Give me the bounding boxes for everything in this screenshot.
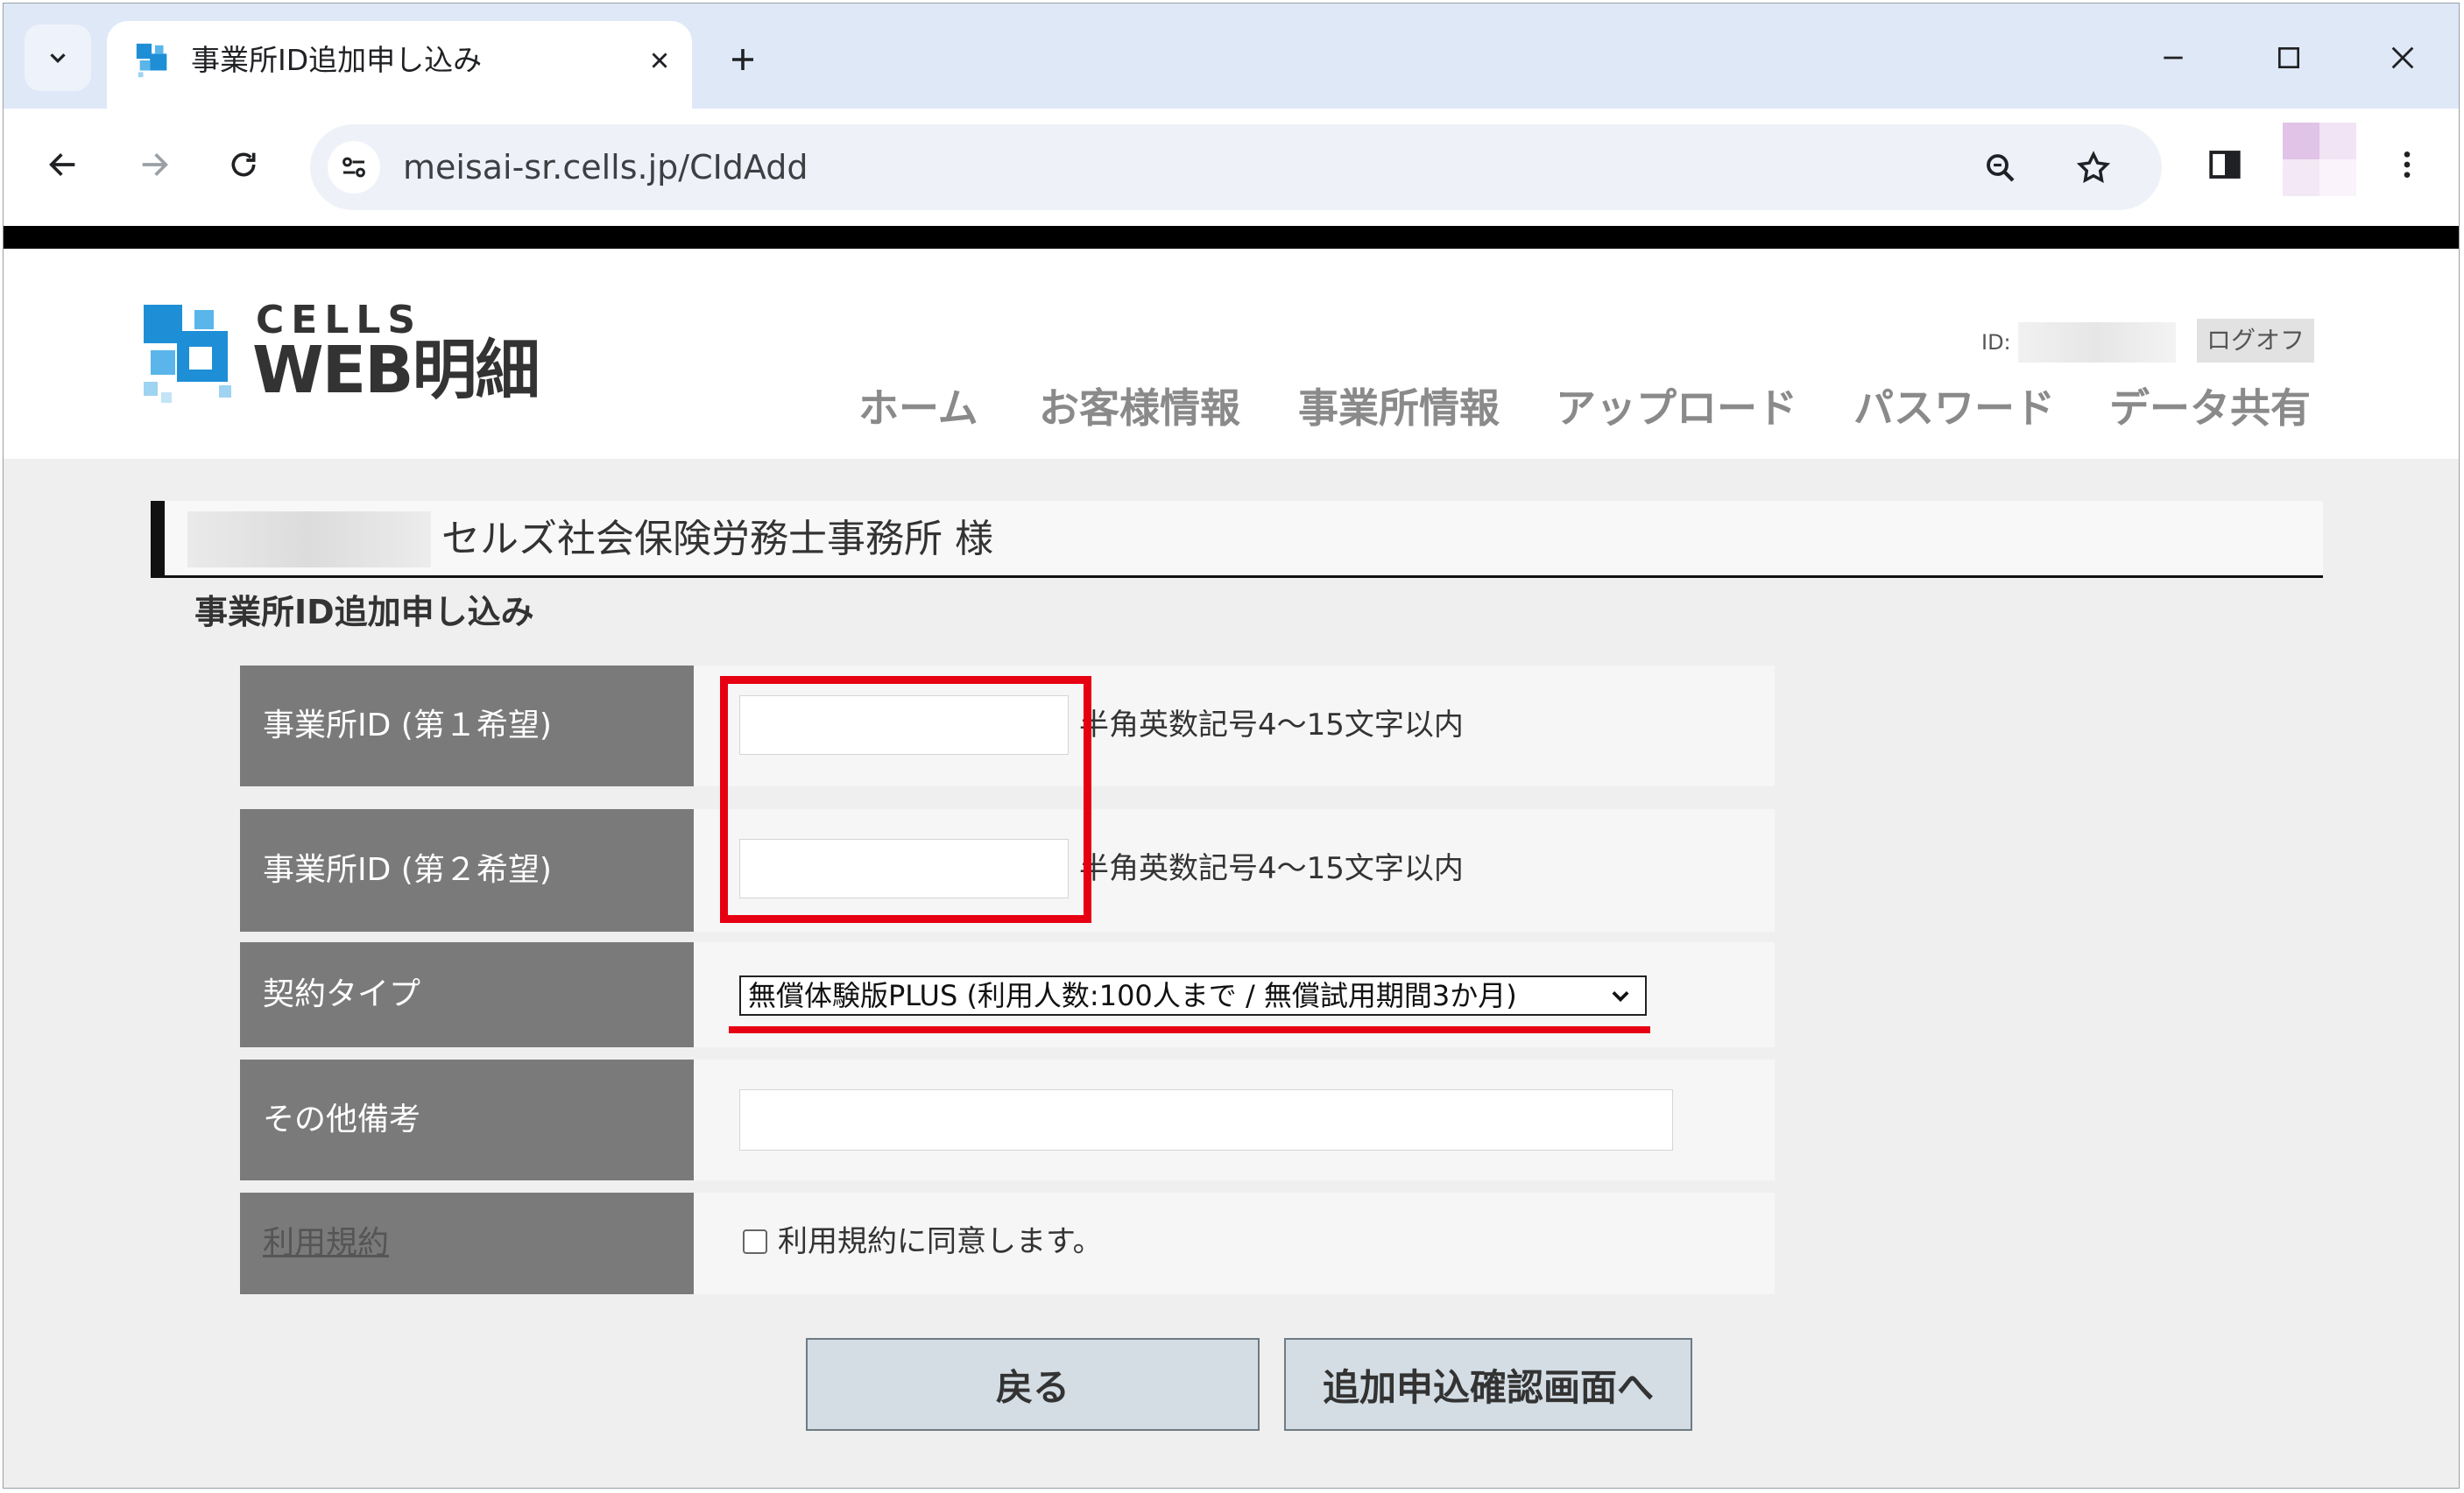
agree-checkbox[interactable]: [743, 1229, 767, 1254]
chevron-down-icon: [50, 53, 66, 64]
header-divider: [4, 226, 2459, 249]
notes-label: その他備考: [240, 1060, 694, 1180]
bookmark-button[interactable]: [2067, 142, 2120, 194]
address-bar[interactable]: meisai-sr.cells.jp/CIdAdd: [310, 124, 2162, 210]
tab-title: 事業所ID追加申し込み: [191, 43, 483, 77]
tab-search-button[interactable]: [25, 25, 91, 91]
arrow-left-icon: [49, 153, 75, 176]
highlight-annotation-underline: [729, 1026, 1650, 1033]
main-content: セルズ社会保険労務士事務所 様 事業所ID追加申し込み 事業所ID (第１希望)…: [4, 459, 2459, 1488]
nav-office-info[interactable]: 事業所情報: [1298, 382, 1500, 434]
nav-upload[interactable]: アップロード: [1556, 382, 1797, 434]
nav-data-share[interactable]: データ共有: [2109, 382, 2311, 434]
customer-bar: セルズ社会保険労務士事務所 様: [151, 501, 2323, 578]
notes-input[interactable]: [739, 1089, 1673, 1151]
user-id-label: ID:: [1981, 330, 2011, 355]
contract-type-selected: 無償体験版PLUS (利用人数:100人まで / 無償試用期間3か月): [748, 979, 1517, 1012]
back-button[interactable]: 戻る: [806, 1338, 1260, 1431]
browser-window: 事業所ID追加申し込み meisai-sr.cells.jp/CIdAdd CE…: [3, 3, 2460, 1489]
contract-type-select[interactable]: 無償体験版PLUS (利用人数:100人まで / 無償試用期間3か月): [739, 975, 1647, 1016]
tune-icon: [342, 157, 365, 178]
highlight-annotation-box: [720, 676, 1091, 923]
plus-icon: [732, 49, 753, 70]
side-panel-button[interactable]: [2192, 131, 2258, 198]
confirm-button[interactable]: 追加申込確認画面へ: [1284, 1338, 1692, 1431]
close-window-button[interactable]: [2372, 30, 2433, 86]
logoff-button[interactable]: ログオフ: [2197, 319, 2314, 363]
agree-label[interactable]: 利用規約に同意します。: [778, 1222, 1103, 1261]
browser-toolbar: meisai-sr.cells.jp/CIdAdd: [4, 109, 2459, 226]
contract-label: 契約タイプ: [240, 942, 694, 1047]
chevron-down-icon: [1612, 991, 1629, 1003]
nav-password[interactable]: パスワード: [1853, 382, 2055, 434]
more-vert-icon: [2404, 151, 2411, 178]
tab-strip: 事業所ID追加申し込み: [4, 4, 2459, 109]
user-id-value-redacted: [2018, 322, 2176, 363]
new-tab-button[interactable]: [718, 35, 767, 84]
minimize-button[interactable]: [2143, 30, 2204, 86]
tab-close-button[interactable]: [638, 39, 681, 82]
nav-home[interactable]: ホーム: [858, 382, 978, 434]
maximize-button[interactable]: [2258, 30, 2319, 86]
id1-hint: 半角英数記号4～15文字以内: [1079, 708, 1464, 743]
page-title: 事業所ID追加申し込み: [194, 593, 534, 631]
reload-button[interactable]: [210, 131, 277, 198]
back-nav-button[interactable]: [30, 131, 96, 198]
nav-customer-info[interactable]: お客様情報: [1039, 382, 1240, 434]
arrow-right-icon: [142, 153, 168, 176]
profile-avatar[interactable]: [2283, 123, 2356, 196]
site-info-button[interactable]: [328, 141, 380, 194]
form-row-terms: 利用規約 利用規約に同意します。: [240, 1193, 1775, 1294]
browser-tab[interactable]: 事業所ID追加申し込み: [107, 21, 692, 109]
close-icon: [2391, 46, 2414, 69]
form-row-notes: その他備考: [240, 1060, 1775, 1180]
minimize-icon: [2164, 56, 2183, 60]
url-text[interactable]: meisai-sr.cells.jp/CIdAdd: [403, 146, 808, 188]
customer-name: セルズ社会保険労務士事務所 様: [441, 517, 993, 561]
browser-menu-button[interactable]: [2374, 131, 2440, 198]
site-header: CELLS WEB明細 ID: ログオフ ホーム お客様情報 事業所情報 アップ…: [4, 249, 2459, 459]
terms-value-cell: 利用規約に同意します。: [694, 1193, 1775, 1294]
maximize-icon: [2278, 47, 2299, 68]
side-panel-icon: [2209, 151, 2241, 179]
customer-name-redacted: [187, 511, 431, 567]
star-icon: [2076, 151, 2111, 184]
avatar-icon: [2283, 123, 2356, 196]
terms-link[interactable]: 利用規約: [263, 1228, 389, 1259]
reload-icon: [231, 152, 256, 177]
id2-hint: 半角英数記号4～15文字以内: [1079, 851, 1464, 886]
main-nav: ホーム お客様情報 事業所情報 アップロード パスワード データ共有: [4, 382, 2459, 434]
id1-label: 事業所ID (第１希望): [240, 666, 694, 786]
close-icon: [652, 53, 667, 68]
notes-value-cell: [694, 1060, 1775, 1180]
cells-favicon-icon: [136, 43, 167, 78]
id2-label: 事業所ID (第２希望): [240, 809, 694, 932]
zoom-button[interactable]: [1974, 142, 2027, 194]
forward-nav-button[interactable]: [121, 131, 187, 198]
terms-label-cell: 利用規約: [240, 1193, 694, 1294]
zoom-icon: [1987, 154, 2015, 182]
